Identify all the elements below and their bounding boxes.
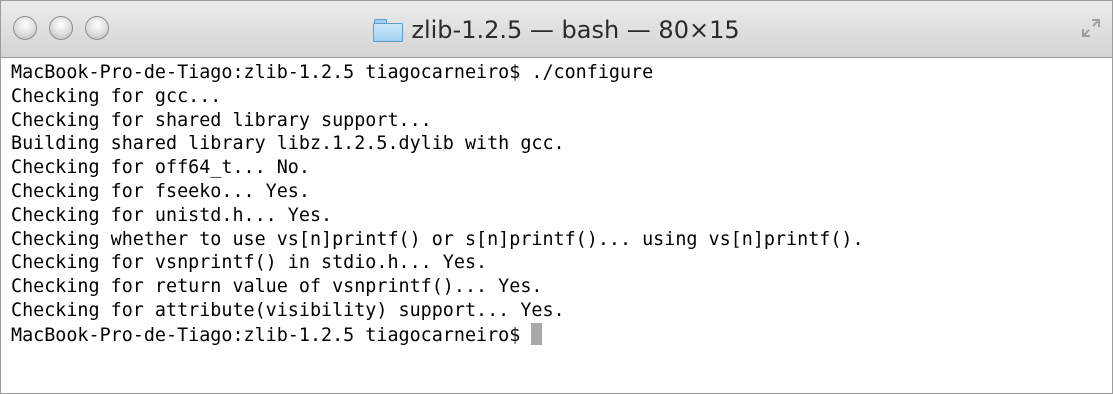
text-cursor xyxy=(531,322,543,345)
window-title: zlib-1.2.5 — bash — 80×15 xyxy=(411,15,740,44)
window-title-group: zlib-1.2.5 — bash — 80×15 xyxy=(1,1,1112,58)
terminal-output[interactable]: MacBook-Pro-de-Tiago:zlib-1.2.5 tiagocar… xyxy=(11,61,1102,393)
terminal-line: Checking for vsnprintf() in stdio.h... Y… xyxy=(11,252,488,274)
terminal-line: Checking for return value of vsnprintf()… xyxy=(11,276,543,298)
terminal-line: Checking whether to use vs[n]printf() or… xyxy=(11,228,864,250)
folder-icon xyxy=(373,18,404,42)
terminal-line: Checking for shared library support... xyxy=(11,109,432,131)
title-bar[interactable]: zlib-1.2.5 — bash — 80×15 xyxy=(1,1,1112,58)
terminal-line: Checking for fseeko... Yes. xyxy=(11,180,310,202)
terminal-line: Building shared library libz.1.2.5.dylib… xyxy=(11,133,565,155)
fullscreen-icon[interactable] xyxy=(1080,17,1102,39)
prompt-line[interactable]: MacBook-Pro-de-Tiago:zlib-1.2.5 tiagocar… xyxy=(11,322,1102,347)
terminal-line: Checking for gcc... xyxy=(11,85,222,107)
terminal-line: Checking for off64_t... No. xyxy=(11,157,310,179)
shell-prompt: MacBook-Pro-de-Tiago:zlib-1.2.5 tiagocar… xyxy=(11,324,532,346)
terminal-window: zlib-1.2.5 — bash — 80×15 MacBook-Pro-de… xyxy=(0,0,1113,394)
terminal-line: Checking for attribute(visibility) suppo… xyxy=(11,299,565,321)
terminal-line: MacBook-Pro-de-Tiago:zlib-1.2.5 tiagocar… xyxy=(11,62,654,83)
terminal-line: Checking for unistd.h... Yes. xyxy=(11,204,333,226)
